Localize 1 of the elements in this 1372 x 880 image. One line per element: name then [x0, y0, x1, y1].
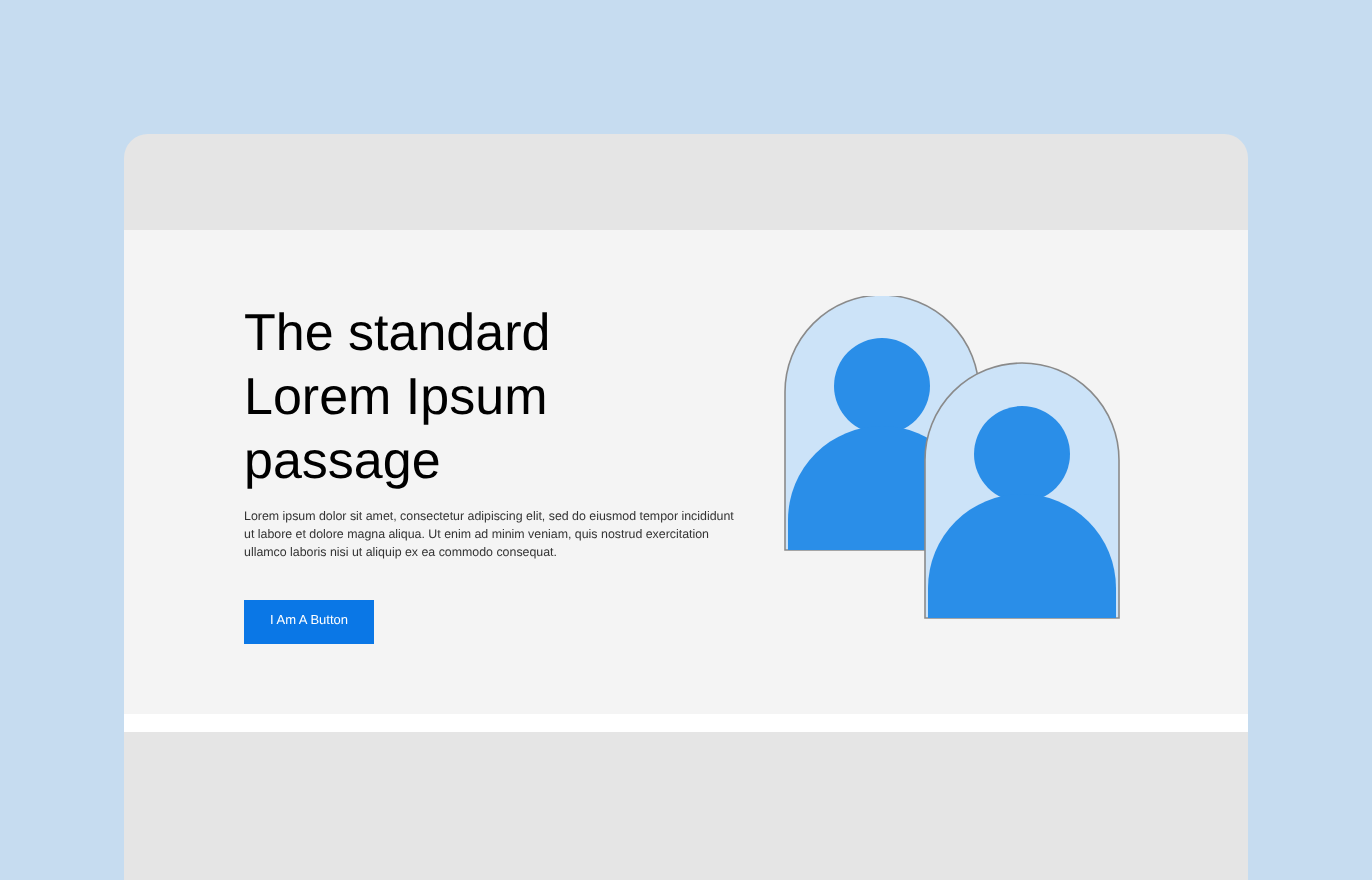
hero-title: The standard Lorem Ipsum passage	[244, 300, 553, 492]
